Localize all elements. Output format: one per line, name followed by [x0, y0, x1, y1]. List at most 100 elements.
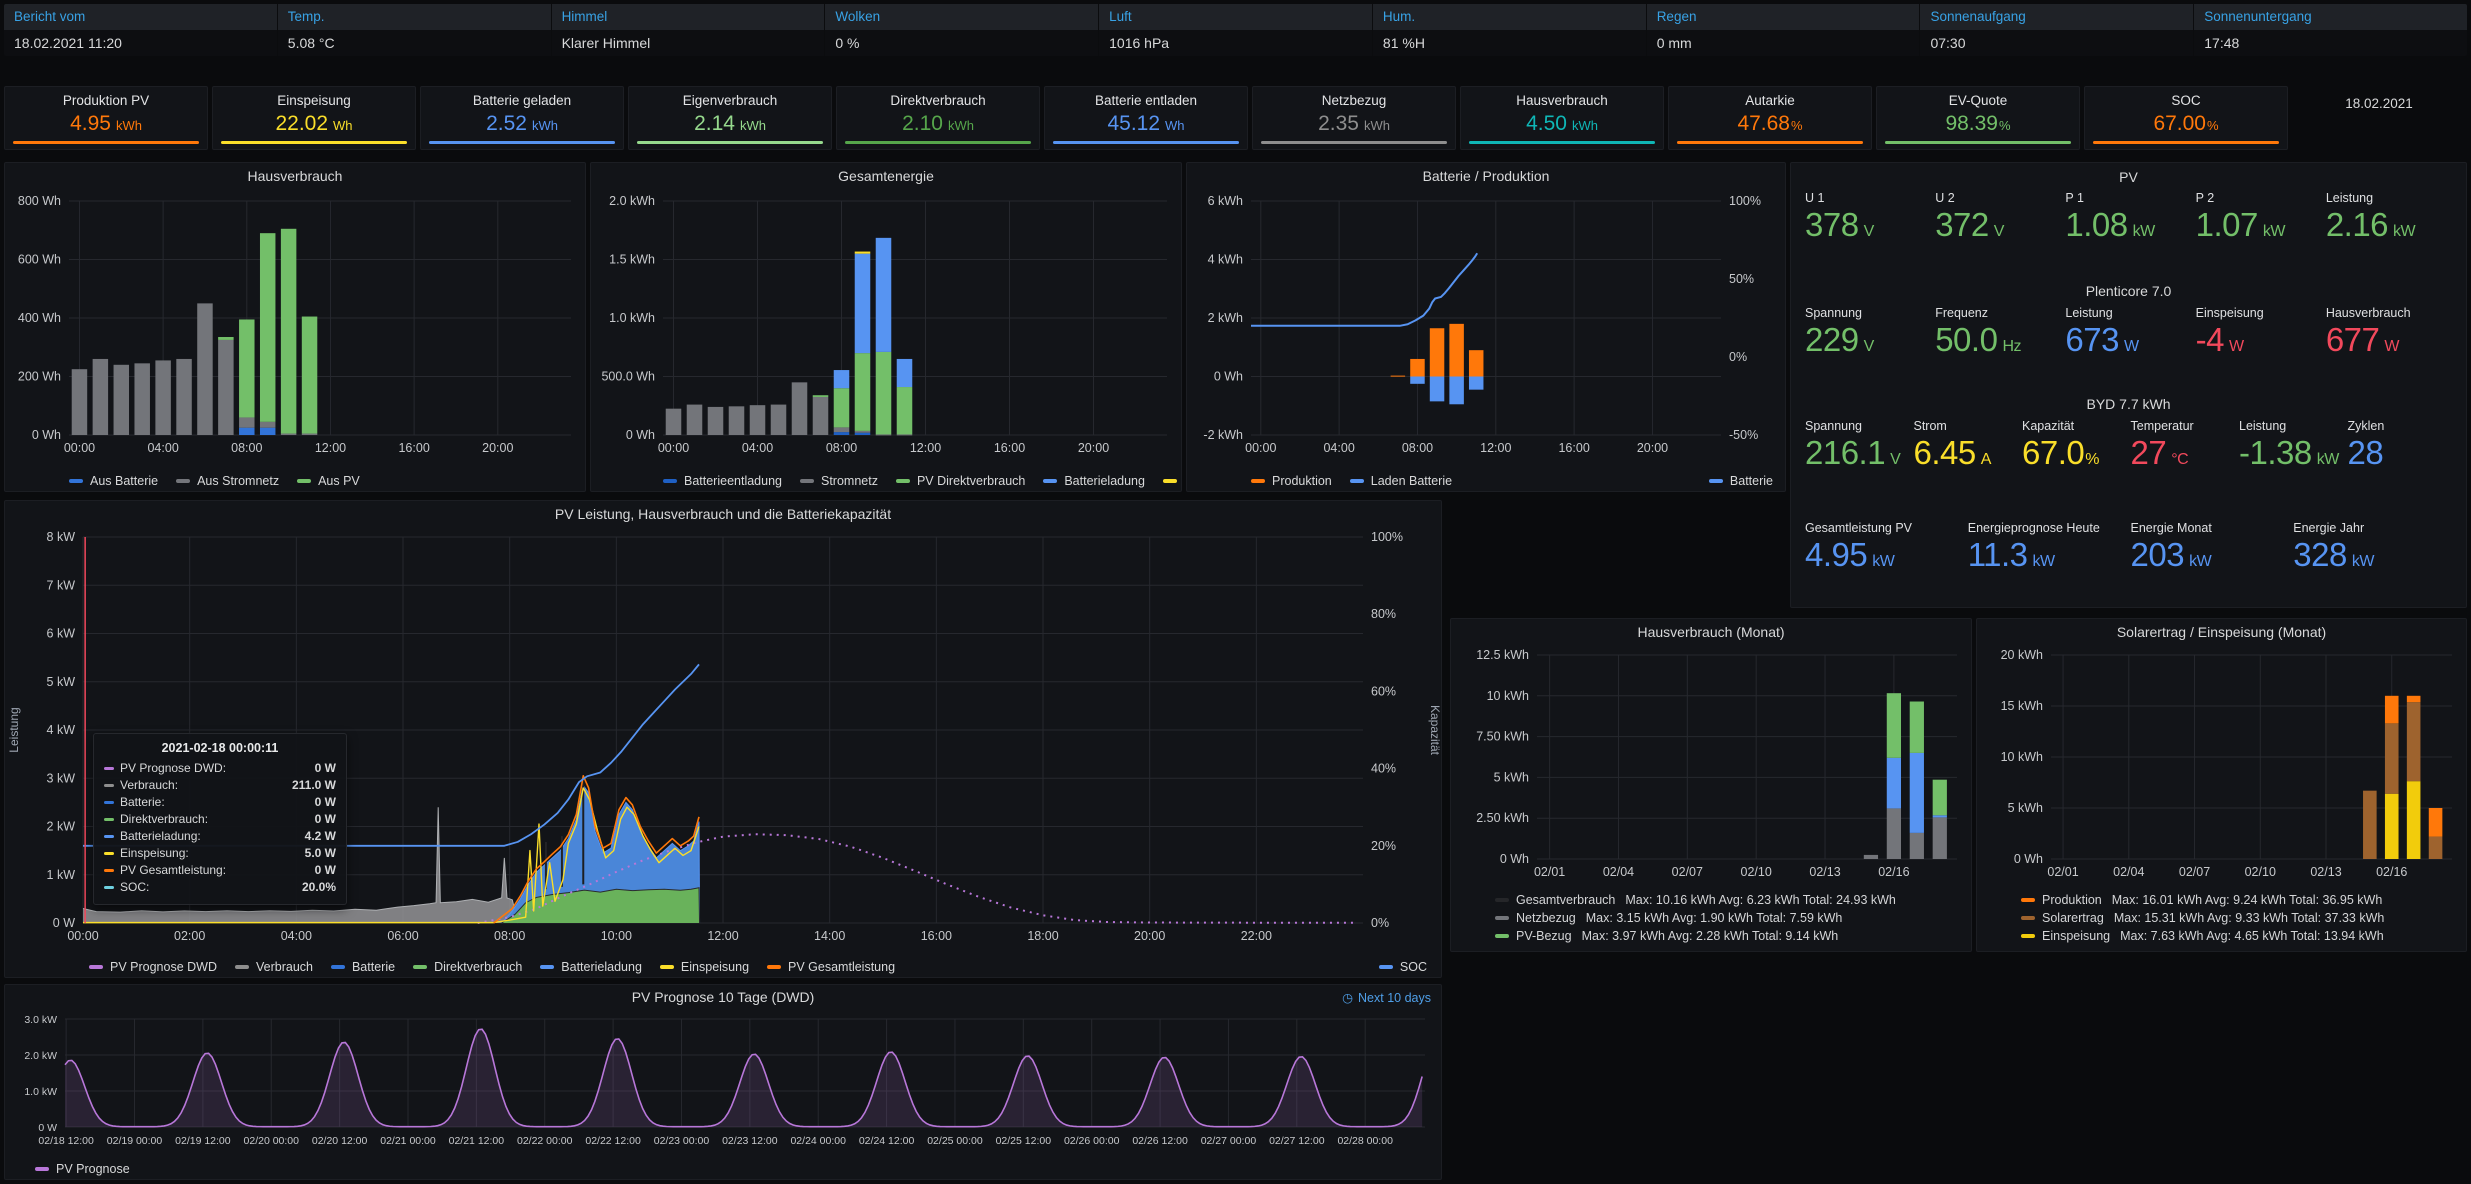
legend-item-direktverbrauch[interactable]: Direktverbrauch — [413, 960, 522, 974]
next-10-days-link[interactable]: ◷ Next 10 days — [1342, 990, 1431, 1005]
panel-title[interactable]: Gesamtenergie — [591, 163, 1181, 189]
svg-text:12:00: 12:00 — [315, 441, 346, 455]
legend-item-einspeisung[interactable]: Einspeisung — [660, 960, 749, 974]
svg-text:600 Wh: 600 Wh — [18, 253, 61, 267]
svg-text:08:00: 08:00 — [1402, 441, 1433, 455]
legend-item-soc[interactable]: SOC — [1379, 960, 1427, 974]
legend-item-verbrauch[interactable]: Verbrauch — [235, 960, 313, 974]
svg-text:40%: 40% — [1371, 762, 1396, 776]
panel-title[interactable]: Hausverbrauch — [5, 163, 585, 189]
legend-item-produktion[interactable]: Produktion — [1251, 474, 1332, 488]
panel-title[interactable]: PV Leistung, Hausverbrauch und die Batte… — [5, 501, 1441, 527]
series-swatch — [89, 965, 103, 969]
svg-text:0 W: 0 W — [53, 916, 75, 930]
svg-text:04:00: 04:00 — [147, 441, 178, 455]
legend-item-batterie[interactable]: Batterie — [1709, 474, 1773, 488]
chart-gesamtenergie[interactable]: 00:0004:0008:0012:0016:0020:000 Wh500.0 … — [591, 191, 1181, 461]
svg-text:1.0 kWh: 1.0 kWh — [609, 311, 655, 325]
weather-value-bericht-vom: 18.02.2021 11:20 — [4, 30, 278, 56]
chart-solarertrag-monat[interactable]: 02/0102/0402/0702/1002/1302/160 Wh5 kWh1… — [1977, 645, 2466, 885]
legend-item-pv-direktverbrauch[interactable]: PV Direktverbrauch — [896, 474, 1025, 488]
series-swatch — [104, 784, 114, 787]
svg-text:60%: 60% — [1371, 684, 1396, 698]
legend-item-batterieladung[interactable]: Batterieladung — [1043, 474, 1145, 488]
series-swatch — [767, 965, 781, 969]
legend-label: Aus Stromnetz — [197, 474, 279, 488]
series-swatch — [660, 965, 674, 969]
legend-item-aus-pv[interactable]: Aus PV — [297, 474, 360, 488]
legend-item-laden-batterie[interactable]: Laden Batterie — [1350, 474, 1452, 488]
panel-title[interactable]: Batterie / Produktion — [1187, 163, 1785, 189]
panel-title[interactable]: Hausverbrauch (Monat) — [1451, 619, 1971, 645]
chart-legend: PV Prognose — [5, 1162, 1441, 1176]
weather-header-temp: Temp. — [278, 4, 552, 30]
legend-item-stromnetz[interactable]: Stromnetz — [800, 474, 878, 488]
legend-item-pv-prognose-dwd[interactable]: PV Prognose DWD — [89, 960, 217, 974]
legend-item-aus-stromnetz[interactable]: Aus Stromnetz — [176, 474, 279, 488]
legend-row-produktion[interactable]: ProduktionMax: 16.01 kWh Avg: 9.24 kWh T… — [2021, 891, 2458, 909]
legend-item-pv-gesamtleistung[interactable]: PV Gesamtleistung — [767, 960, 895, 974]
stat-label: Produktion PV — [5, 93, 207, 108]
legend-label: Batterieentladung — [684, 474, 782, 488]
legend-series-name: PV-Bezug — [1516, 929, 1572, 943]
legend-series-stats: Max: 3.97 kWh Avg: 2.28 kWh Total: 9.14 … — [1582, 929, 1839, 943]
tooltip-series-value: 20.0% — [302, 879, 336, 896]
tooltip-series-value: 211.0 W — [292, 777, 336, 794]
stat-unit: kWh — [948, 118, 974, 133]
panel-title[interactable]: PV Prognose 10 Tage (DWD) — [5, 985, 1441, 1009]
series-swatch — [1251, 479, 1265, 483]
legend-item-pv-prognose[interactable]: PV Prognose — [35, 1162, 130, 1176]
legend-item-einspeisung[interactable]: Einspeisung — [1163, 474, 1181, 488]
device-stat-value: 4.95kW — [1805, 536, 1968, 574]
chart-hausverbrauch-tag[interactable]: 00:0004:0008:0012:0016:0020:000 Wh200 Wh… — [5, 191, 585, 461]
svg-text:7 kW: 7 kW — [47, 578, 76, 592]
chart-batterie-produktion[interactable]: 00:0004:0008:0012:0016:0020:00-2 kWh0 Wh… — [1187, 191, 1785, 461]
device-stat-label: Frequenz — [1935, 306, 2065, 320]
legend-row-solarertrag[interactable]: SolarertragMax: 15.31 kWh Avg: 9.33 kWh … — [2021, 909, 2458, 927]
weather-value-sonnenuntergang: 17:48 — [2194, 30, 2467, 56]
clock-icon: ◷ — [1342, 990, 1353, 1005]
svg-text:0 Wh: 0 Wh — [1214, 370, 1243, 384]
svg-text:20%: 20% — [1371, 839, 1396, 853]
series-swatch — [2021, 916, 2035, 920]
panel-batterie-produktion: Batterie / Produktion 00:0004:0008:0012:… — [1186, 162, 1786, 492]
stat-direktverbrauch: Direktverbrauch2.10kWh — [836, 86, 1040, 150]
svg-text:02/20 00:00: 02/20 00:00 — [244, 1135, 300, 1147]
legend-item-batterie[interactable]: Batterie — [331, 960, 395, 974]
chart-hausverbrauch-monat[interactable]: 02/0102/0402/0702/1002/1302/160 Wh2.50 k… — [1451, 645, 1971, 885]
legend-item-batterieentladung[interactable]: Batterieentladung — [663, 474, 782, 488]
device-stat-unit: V — [1864, 223, 1874, 240]
legend-label: Verbrauch — [256, 960, 313, 974]
legend-item-batterieladung[interactable]: Batterieladung — [540, 960, 642, 974]
svg-text:02/07: 02/07 — [2179, 865, 2210, 879]
panel-gesamtenergie: Gesamtenergie 00:0004:0008:0012:0016:002… — [590, 162, 1182, 492]
svg-text:4 kWh: 4 kWh — [1208, 253, 1243, 267]
series-swatch — [1495, 934, 1509, 938]
svg-text:20:00: 20:00 — [1078, 441, 1109, 455]
panel-hausverbrauch-tag: Hausverbrauch 00:0004:0008:0012:0016:002… — [4, 162, 586, 492]
series-swatch — [104, 886, 114, 889]
device-stat-value: 28 — [2348, 434, 2457, 472]
svg-text:02/20 12:00: 02/20 12:00 — [312, 1135, 368, 1147]
legend-label: Laden Batterie — [1371, 474, 1452, 488]
device-stat-value: 67.0% — [2022, 434, 2131, 472]
stat-sparkline — [1677, 141, 1863, 144]
svg-text:02/16: 02/16 — [1878, 865, 1909, 879]
stat-unit: kWh — [532, 118, 558, 133]
panel-title[interactable]: Solarertrag / Einspeisung (Monat) — [1977, 619, 2466, 645]
svg-text:02/18 12:00: 02/18 12:00 — [38, 1135, 94, 1147]
legend-row-pv-bezug[interactable]: PV-Bezug Max: 3.97 kWh Avg: 2.28 kWh Tota… — [1495, 927, 1963, 945]
svg-text:5 kWh: 5 kWh — [2008, 801, 2043, 815]
series-swatch — [800, 479, 814, 483]
svg-text:0 Wh: 0 Wh — [2014, 852, 2043, 866]
weather-value-himmel: Klarer Himmel — [552, 30, 826, 56]
legend-row-einspeisung[interactable]: EinspeisungMax: 7.63 kWh Avg: 4.65 kWh T… — [2021, 927, 2458, 945]
svg-text:02/25 00:00: 02/25 00:00 — [927, 1135, 983, 1147]
svg-text:22:00: 22:00 — [1241, 929, 1272, 943]
legend-item-aus-batterie[interactable]: Aus Batterie — [69, 474, 158, 488]
chart-pv-prognose[interactable]: 02/18 12:0002/19 00:0002/19 12:0002/20 0… — [5, 1009, 1441, 1153]
panel-pv-prognose: PV Prognose 10 Tage (DWD) ◷ Next 10 days… — [4, 984, 1442, 1180]
legend-row-gesamtverbrauch[interactable]: GesamtverbrauchMax: 10.16 kWh Avg: 6.23 … — [1495, 891, 1963, 909]
tooltip-row-direktverbrauch: Direktverbrauch:0 W — [104, 811, 336, 828]
legend-row-netzbezug[interactable]: NetzbezugMax: 3.15 kWh Avg: 1.90 kWh Tot… — [1495, 909, 1963, 927]
